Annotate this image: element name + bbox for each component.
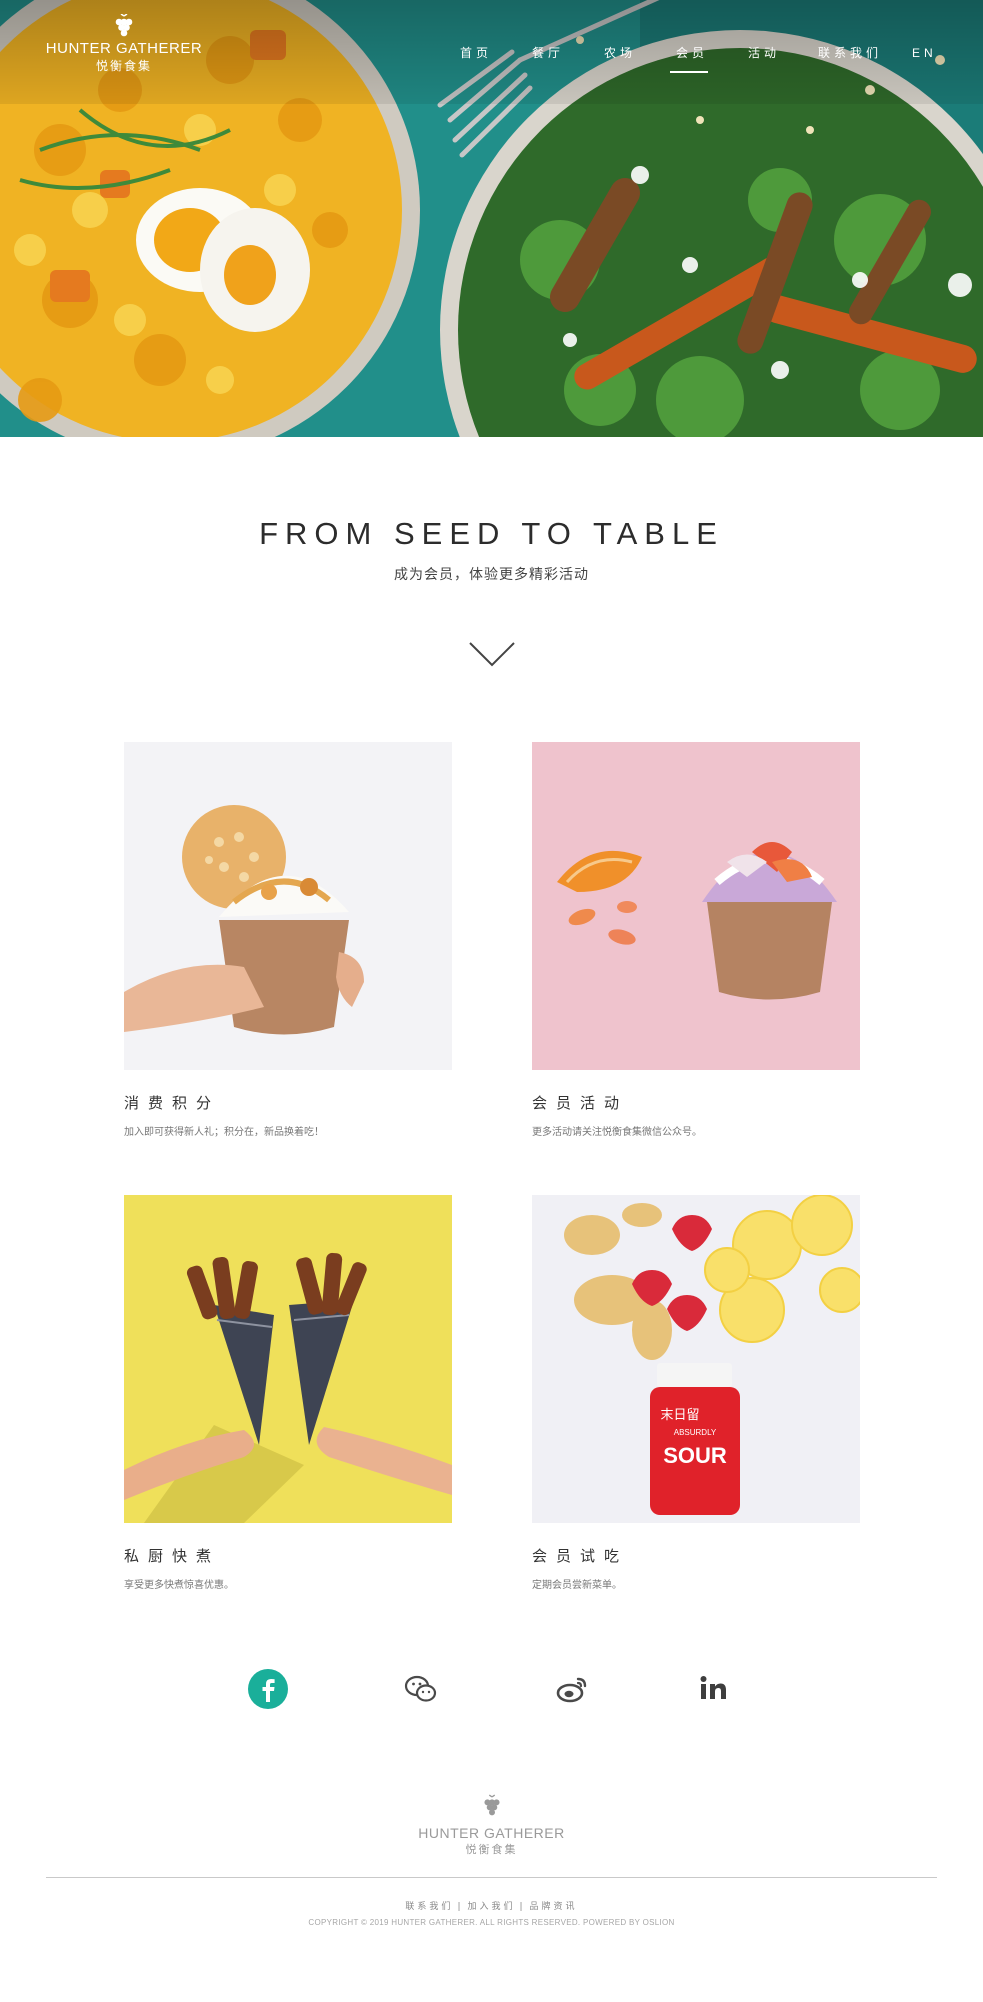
social-links — [0, 1668, 983, 1712]
card-image-icecream-pink — [532, 742, 860, 1070]
card-title: 会员试吃 — [532, 1547, 629, 1565]
hero-banner: HUNTER GATHERER 悦衡食集 首页 餐厅 农场 会员 活动 联系我们… — [0, 0, 983, 437]
nav-item-restaurant[interactable]: 餐厅 — [512, 44, 584, 74]
card-description: 享受更多快煮惊喜优惠。 — [124, 1580, 234, 1591]
footer-links: 联系我们 | 加入我们 | 品牌资讯 — [405, 1902, 578, 1912]
bottle-label-big: SOUR — [663, 1443, 727, 1468]
nav-item-home[interactable]: 首页 — [440, 44, 512, 74]
grape-logo-icon — [483, 1794, 500, 1816]
brand-logo[interactable]: HUNTER GATHERER 悦衡食集 — [44, 14, 204, 74]
weibo-icon[interactable] — [552, 1668, 594, 1710]
footer-brand-cn: 悦衡食集 — [465, 1844, 518, 1856]
card-title: 会员活动 — [532, 1094, 629, 1112]
card-image-sour-bottle: 末日留 ABSURDLY SOUR — [532, 1195, 860, 1523]
brand-name-cn: 悦衡食集 — [95, 59, 152, 73]
main-nav: 首页 餐厅 农场 会员 活动 联系我们 — [440, 44, 900, 74]
card-image-icecream-cracker — [124, 742, 452, 1070]
nav-item-contact[interactable]: 联系我们 — [800, 44, 900, 74]
card-description: 加入即可获得新人礼；积分在，新品换着吃！ — [124, 1127, 324, 1138]
footer-link-join[interactable]: 加入我们 — [467, 1902, 515, 1912]
card-member-events[interactable]: 会员活动 更多活动请关注悦衡食集微信公众号。 — [532, 742, 860, 1138]
card-title: 消费积分 — [124, 1094, 221, 1112]
nav-item-membership[interactable]: 会员 — [656, 44, 728, 74]
footer-divider — [46, 1877, 937, 1878]
grape-logo-icon — [115, 14, 133, 37]
page-headline: FROM SEED TO TABLE — [259, 516, 724, 551]
footer-link-news[interactable]: 品牌资讯 — [530, 1902, 578, 1912]
copyright-text: COPYRIGHT © 2019 HUNTER GATHERER. ALL RI… — [308, 1918, 675, 1927]
linkedin-icon[interactable] — [693, 1668, 735, 1710]
card-description: 定期会员尝新菜单。 — [532, 1580, 622, 1591]
footer-link-contact[interactable]: 联系我们 — [405, 1902, 453, 1912]
nav-item-events[interactable]: 活动 — [728, 44, 800, 74]
card-description: 更多活动请关注悦衡食集微信公众号。 — [532, 1127, 702, 1138]
card-member-tasting[interactable]: 末日留 ABSURDLY SOUR 会员试吃 定期会员尝新菜单。 — [532, 1195, 860, 1591]
chevron-down-icon[interactable] — [468, 640, 516, 668]
wechat-icon[interactable] — [400, 1668, 442, 1710]
footer-brand-en: HUNTER GATHERER — [418, 1825, 565, 1841]
facebook-icon[interactable] — [247, 1668, 289, 1710]
card-points[interactable]: 消费积分 加入即可获得新人礼；积分在，新品换着吃！ — [124, 742, 452, 1138]
footer-logo[interactable]: HUNTER GATHERER 悦衡食集 — [0, 1794, 983, 1857]
language-switch[interactable]: EN — [912, 44, 937, 62]
bottle-label-cn: 末日留 — [660, 1408, 699, 1423]
bottle-label-en: ABSURDLY — [674, 1428, 717, 1437]
page-subheadline: 成为会员，体验更多精彩活动 — [394, 567, 589, 583]
card-title: 私厨快煮 — [124, 1547, 221, 1565]
card-private-kitchen[interactable]: 私厨快煮 享受更多快煮惊喜优惠。 — [124, 1195, 452, 1591]
nav-item-farm[interactable]: 农场 — [584, 44, 656, 74]
card-image-fries-cones — [124, 1195, 452, 1523]
brand-name-en: HUNTER GATHERER — [45, 40, 203, 57]
